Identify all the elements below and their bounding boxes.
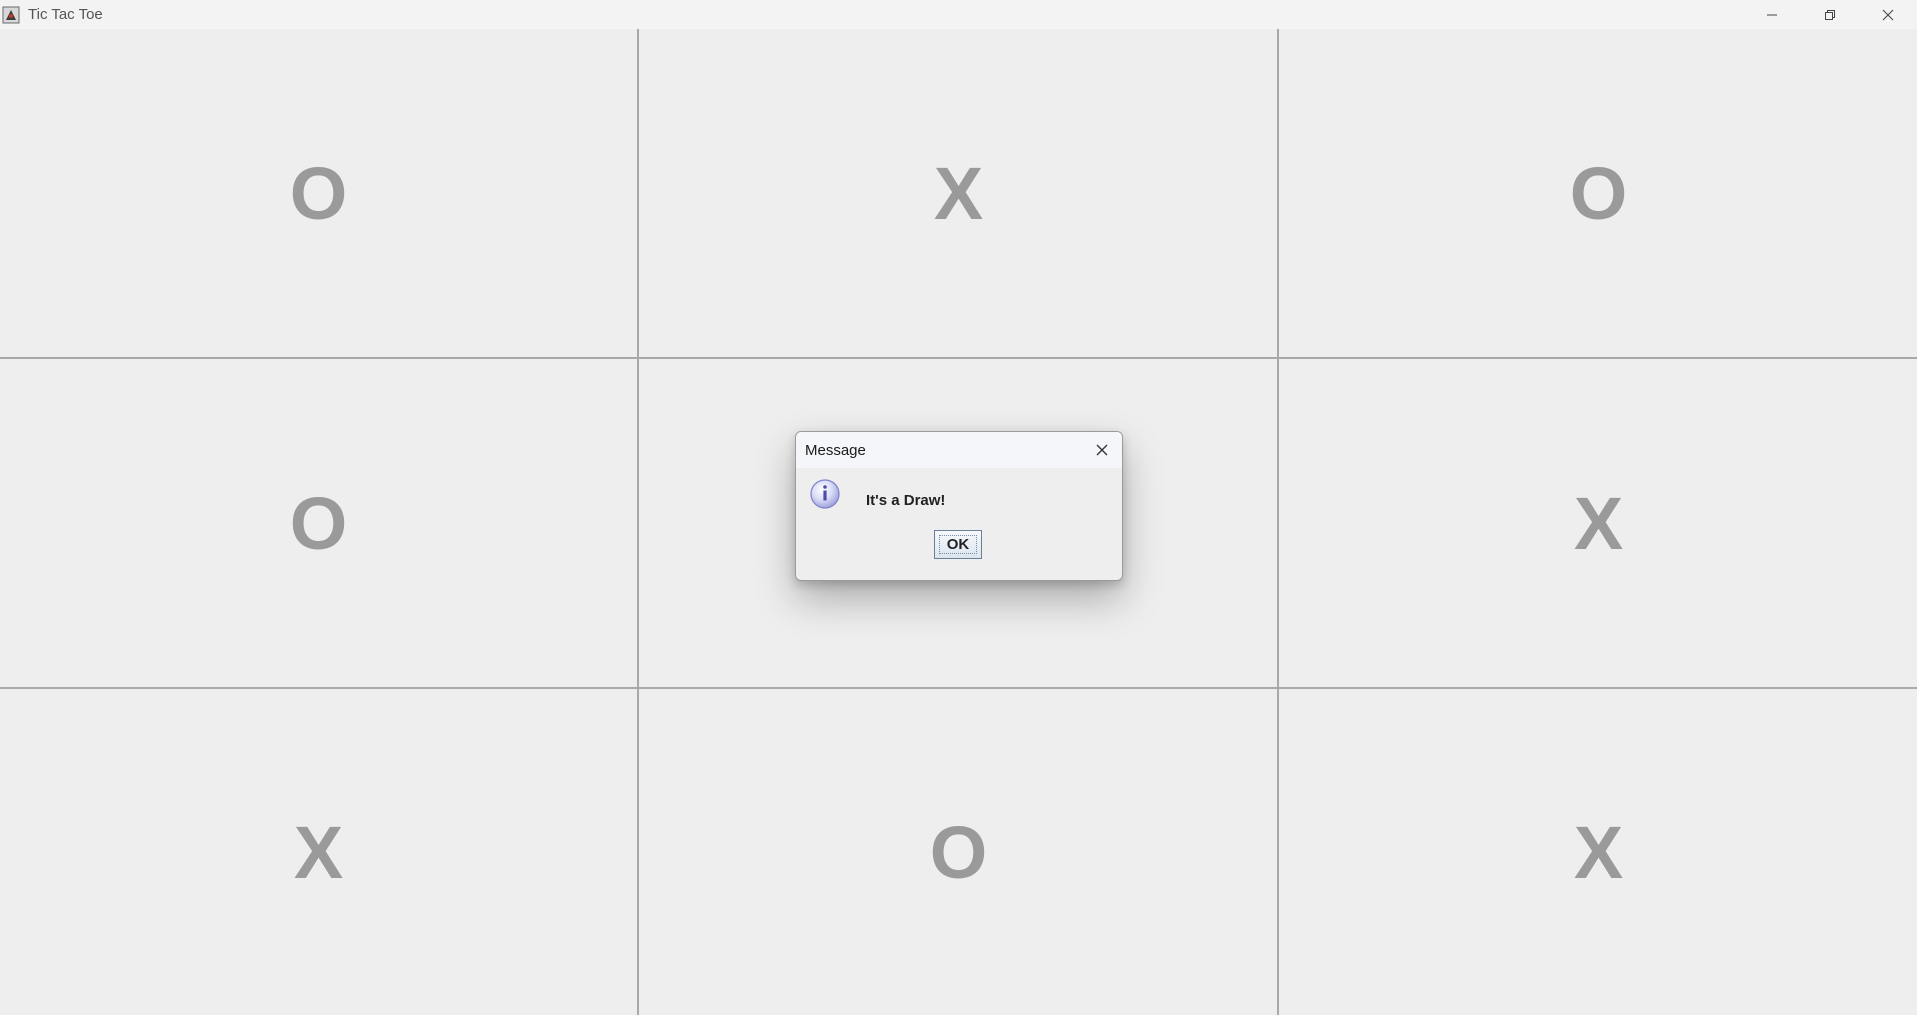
information-icon [809, 478, 841, 510]
dialog-body: It's a Draw! OK [796, 468, 1122, 580]
window-controls [1743, 0, 1917, 29]
close-icon [1096, 444, 1108, 456]
board-cell[interactable]: O [0, 29, 637, 357]
minimize-icon [1767, 14, 1777, 15]
grid-line [0, 357, 1917, 359]
grid-line [0, 687, 1917, 689]
grid-line [1277, 29, 1279, 1015]
board-cell[interactable]: X [640, 29, 1277, 357]
board-cell[interactable]: X [1280, 359, 1917, 687]
ok-button-label: OK [946, 536, 970, 553]
tic-tac-toe-window: Tic Tac Toe O X O O X X O X Message It's… [0, 0, 1917, 1015]
window-title: Tic Tac Toe [28, 6, 103, 23]
restore-icon [1825, 9, 1835, 20]
grid-line [637, 29, 639, 1015]
title-bar[interactable]: Tic Tac Toe [0, 0, 1917, 29]
message-dialog: Message It's a Draw! OK [795, 431, 1123, 581]
close-button[interactable] [1859, 0, 1917, 29]
restore-button[interactable] [1801, 0, 1859, 29]
board-cell[interactable]: O [0, 359, 637, 687]
board-cell[interactable]: X [0, 689, 637, 1015]
board-cell[interactable]: X [1280, 689, 1917, 1015]
close-icon [1882, 9, 1894, 20]
minimize-button[interactable] [1743, 0, 1801, 29]
dialog-title: Message [805, 441, 866, 459]
board-cell[interactable]: O [1280, 29, 1917, 357]
dialog-close-button[interactable] [1090, 438, 1114, 462]
dialog-message: It's a Draw! [866, 492, 946, 509]
java-duke-icon [1, 5, 21, 25]
dialog-title-bar[interactable]: Message [796, 432, 1122, 468]
board-cell[interactable]: O [640, 689, 1277, 1015]
ok-button[interactable]: OK [934, 530, 982, 559]
